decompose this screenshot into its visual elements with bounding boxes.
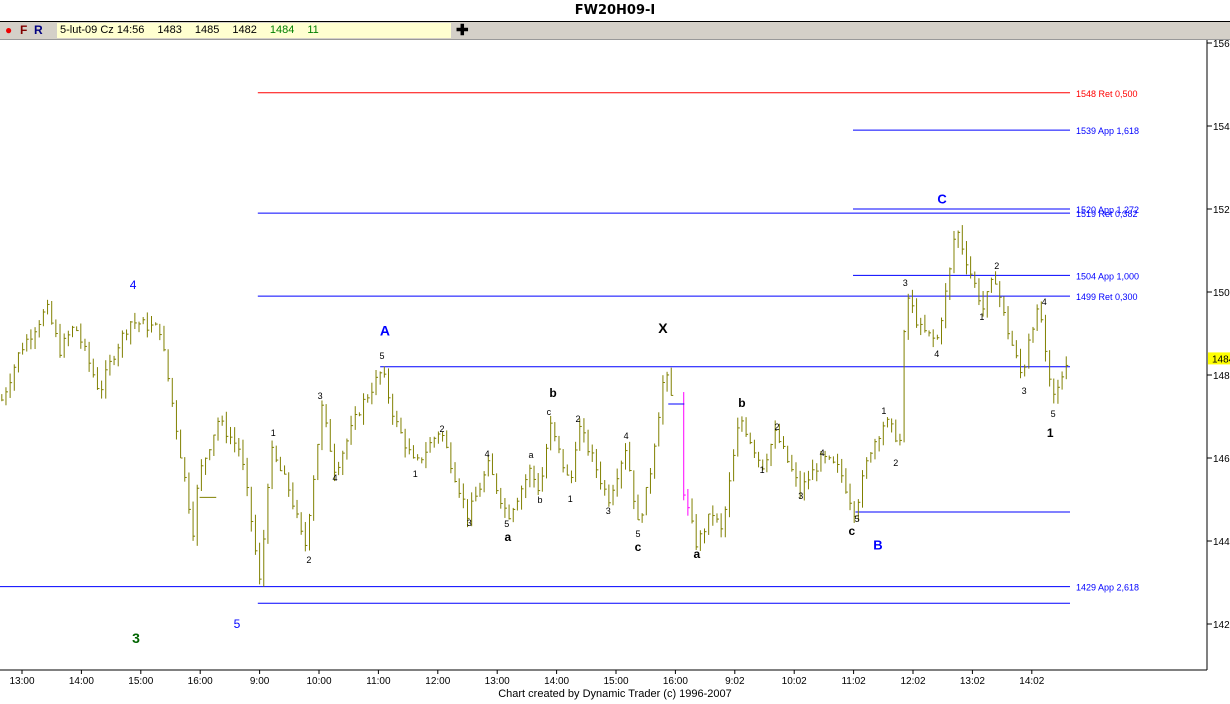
quote-open: 1483 [157,24,182,36]
wave-label: 5 [635,529,640,539]
chart-title: FW20H09-I [0,0,1230,22]
quote-volume: 11 [307,24,319,36]
wave-label: b [549,386,556,400]
x-tick-label: 16:00 [188,676,213,687]
wave-label: B [873,537,882,552]
wave-label: 1 [413,469,418,479]
wave-label: c [547,407,552,417]
x-tick-label: 14:02 [1019,676,1044,687]
wave-label: a [505,530,512,544]
quote-low: 1482 [232,24,257,36]
wave-label: a [529,450,534,460]
quote-date: 5-lut-09 Cz 14:56 [60,24,145,36]
f-button[interactable]: F [20,23,27,37]
x-tick-label: 12:00 [425,676,450,687]
wave-label: 2 [774,422,779,432]
wave-label: X [658,320,668,336]
wave-label: 2 [306,555,311,565]
x-tick-label: 13:00 [9,676,34,687]
wave-label: 2 [439,424,444,434]
wave-label: 5 [855,514,860,524]
wave-label: 3 [798,491,803,501]
chart-footer: Chart created by Dynamic Trader (c) 1996… [498,688,732,700]
wave-label: 3 [467,518,472,528]
y-tick-label: 1460 [1213,454,1230,465]
wave-label: 4 [1042,297,1047,307]
wave-label: b [738,396,745,410]
y-tick-label: 1420 [1213,620,1230,631]
fib-level-label: 1504 App 1,000 [1076,271,1139,281]
wave-label: c [635,540,642,554]
wave-label: 4 [820,448,825,458]
last-price-label: 1484 [1212,354,1230,365]
fib-level-label: 1499 Ret 0,300 [1076,292,1138,302]
fib-level-label: 1548 Ret 0,500 [1076,89,1138,99]
x-tick-label: 16:00 [663,676,688,687]
toolbar: ● F R 5-lut-09 Cz 14:56 1483 1485 1482 1484 1… [0,22,1230,40]
x-tick-label: 14:00 [69,676,94,687]
y-tick-label: 1440 [1213,537,1230,548]
r-button[interactable]: R [34,23,43,37]
wave-label: 2 [994,261,999,271]
quote-high: 1485 [194,24,220,36]
wave-label: 3 [1022,386,1027,396]
wave-label: 5 [234,617,241,631]
x-tick-label: 11:02 [841,676,866,687]
wave-label: A [380,323,390,339]
wave-label: 4 [485,449,490,459]
wave-label: 2 [893,458,898,468]
chart-window: 1560 1540 1520 1500 1480 1460 1440 1420 13:00 14:… [0,0,1230,704]
wave-label: 5 [379,351,384,361]
plus-icon[interactable]: ✚ [456,21,469,39]
x-tick-label: 12:02 [900,676,925,687]
quote-bar: 5-lut-09 Cz 14:56 1483 1485 1482 1484 11 [57,23,451,38]
fib-level-label: 1539 App 1,618 [1076,126,1139,136]
x-tick-label: 13:00 [485,676,510,687]
wave-label: 3 [903,278,908,288]
wave-label: b [537,495,542,505]
x-tick-label: 11:00 [366,676,391,687]
y-tick-label: 1520 [1213,205,1230,216]
wave-label: 1 [881,406,886,416]
fib-level-label: 1519 Ret 0,382 [1076,209,1138,219]
wave-label: 4 [333,473,338,483]
wave-label: 5 [504,519,509,529]
x-tick-label: 14:00 [544,676,569,687]
quote-close: 1484 [269,24,295,36]
x-tick-label: 9:02 [725,676,745,687]
x-tick-label: 13:02 [960,676,985,687]
y-tick-label: 1480 [1213,371,1230,382]
x-tick-label: 15:00 [128,676,153,687]
wave-label: a [693,547,700,561]
wave-label: 1 [1047,426,1054,440]
record-dot-icon[interactable]: ● [5,23,12,37]
wave-label: 3 [318,391,323,401]
x-tick-label: 9:00 [250,676,270,687]
wave-label: 3 [132,630,140,646]
x-tick-label: 10:00 [306,676,331,687]
wave-label: 4 [934,349,939,359]
fib-level-label: 1429 App 2,618 [1076,583,1139,593]
wave-label: c [848,524,855,538]
wave-label: 4 [130,278,137,292]
x-tick-label: 10:02 [782,676,807,687]
wave-label: 1 [979,312,984,322]
wave-label: 5 [1051,409,1056,419]
wave-label: C [937,191,947,206]
wave-label: 1 [568,494,573,504]
x-tick-label: 15:00 [603,676,628,687]
y-tick-label: 1540 [1213,122,1230,133]
price-chart[interactable]: 1560 1540 1520 1500 1480 1460 1440 1420 13:00 14:… [0,0,1230,704]
wave-label: 1 [760,465,765,475]
y-tick-label: 1500 [1213,288,1230,299]
wave-label: 1 [271,428,276,438]
y-tick-label: 1560 [1213,39,1230,50]
wave-label: 3 [606,506,611,516]
wave-label: 2 [575,414,580,424]
wave-label: 4 [624,431,629,441]
